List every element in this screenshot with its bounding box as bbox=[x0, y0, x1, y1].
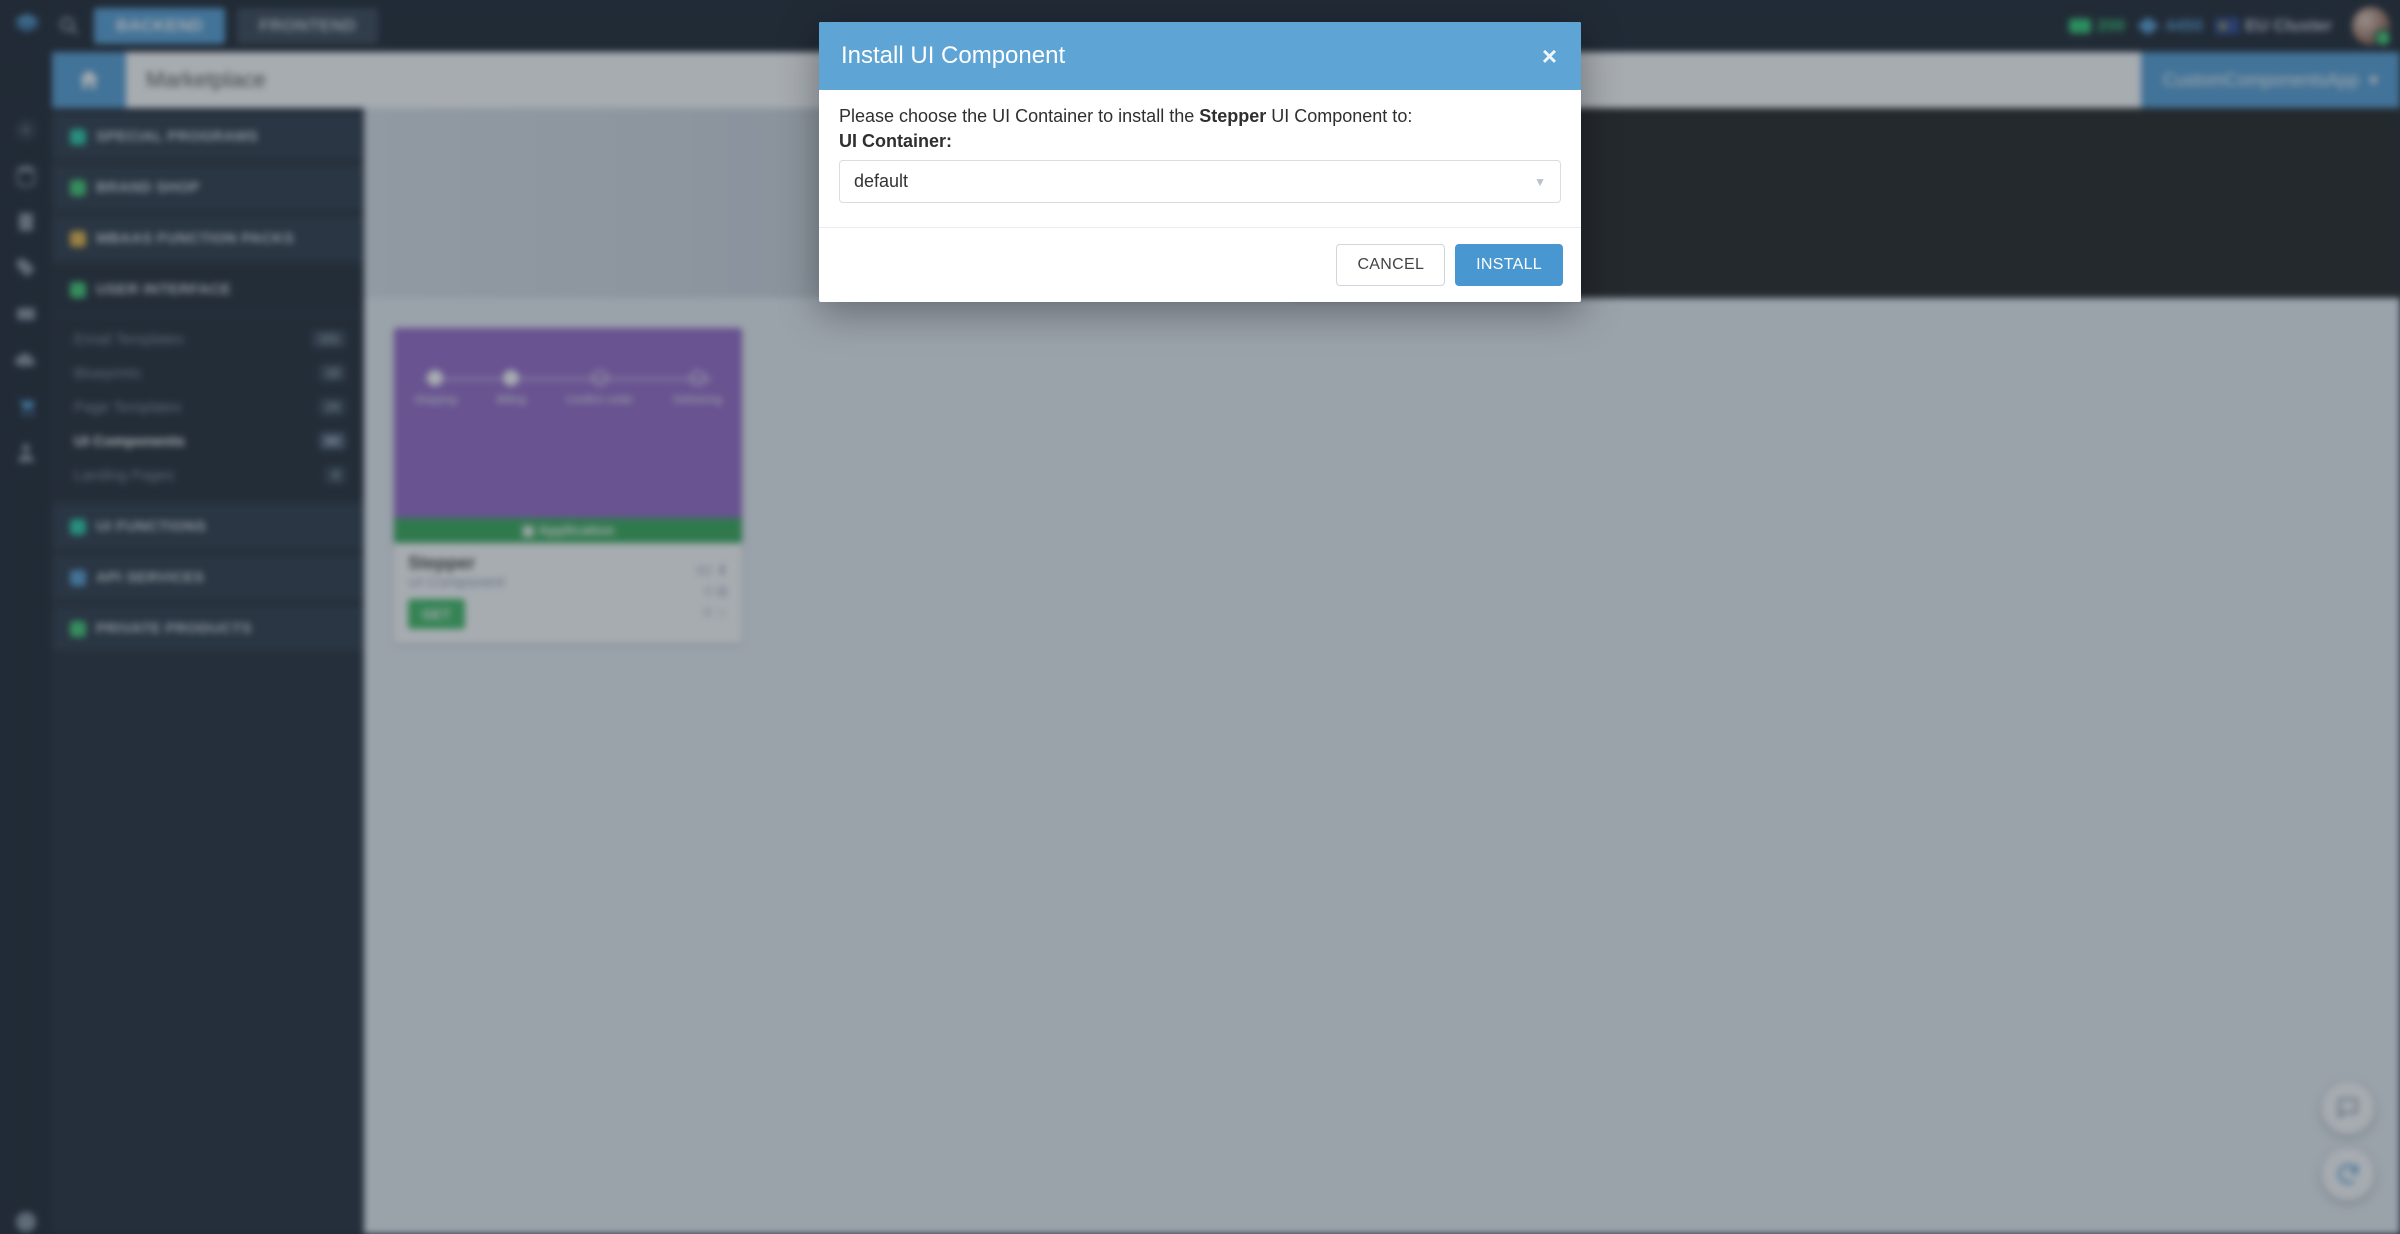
modal-footer: CANCEL INSTALL bbox=[819, 227, 1581, 302]
field-label: UI Container: bbox=[839, 131, 1561, 152]
select-value: default bbox=[854, 171, 908, 192]
modal-title: Install UI Component bbox=[841, 42, 1065, 70]
install-button[interactable]: INSTALL bbox=[1455, 244, 1563, 286]
modal-overlay: Install UI Component × Please choose the… bbox=[0, 0, 2400, 1234]
modal-prompt: Please choose the UI Container to instal… bbox=[839, 106, 1561, 127]
modal-header: Install UI Component × bbox=[819, 22, 1581, 90]
chevron-down-icon: ▼ bbox=[1534, 175, 1546, 189]
ui-container-select[interactable]: default ▼ bbox=[839, 160, 1561, 203]
cancel-button[interactable]: CANCEL bbox=[1336, 244, 1445, 286]
install-component-modal: Install UI Component × Please choose the… bbox=[819, 22, 1581, 302]
close-icon[interactable]: × bbox=[1540, 43, 1559, 69]
